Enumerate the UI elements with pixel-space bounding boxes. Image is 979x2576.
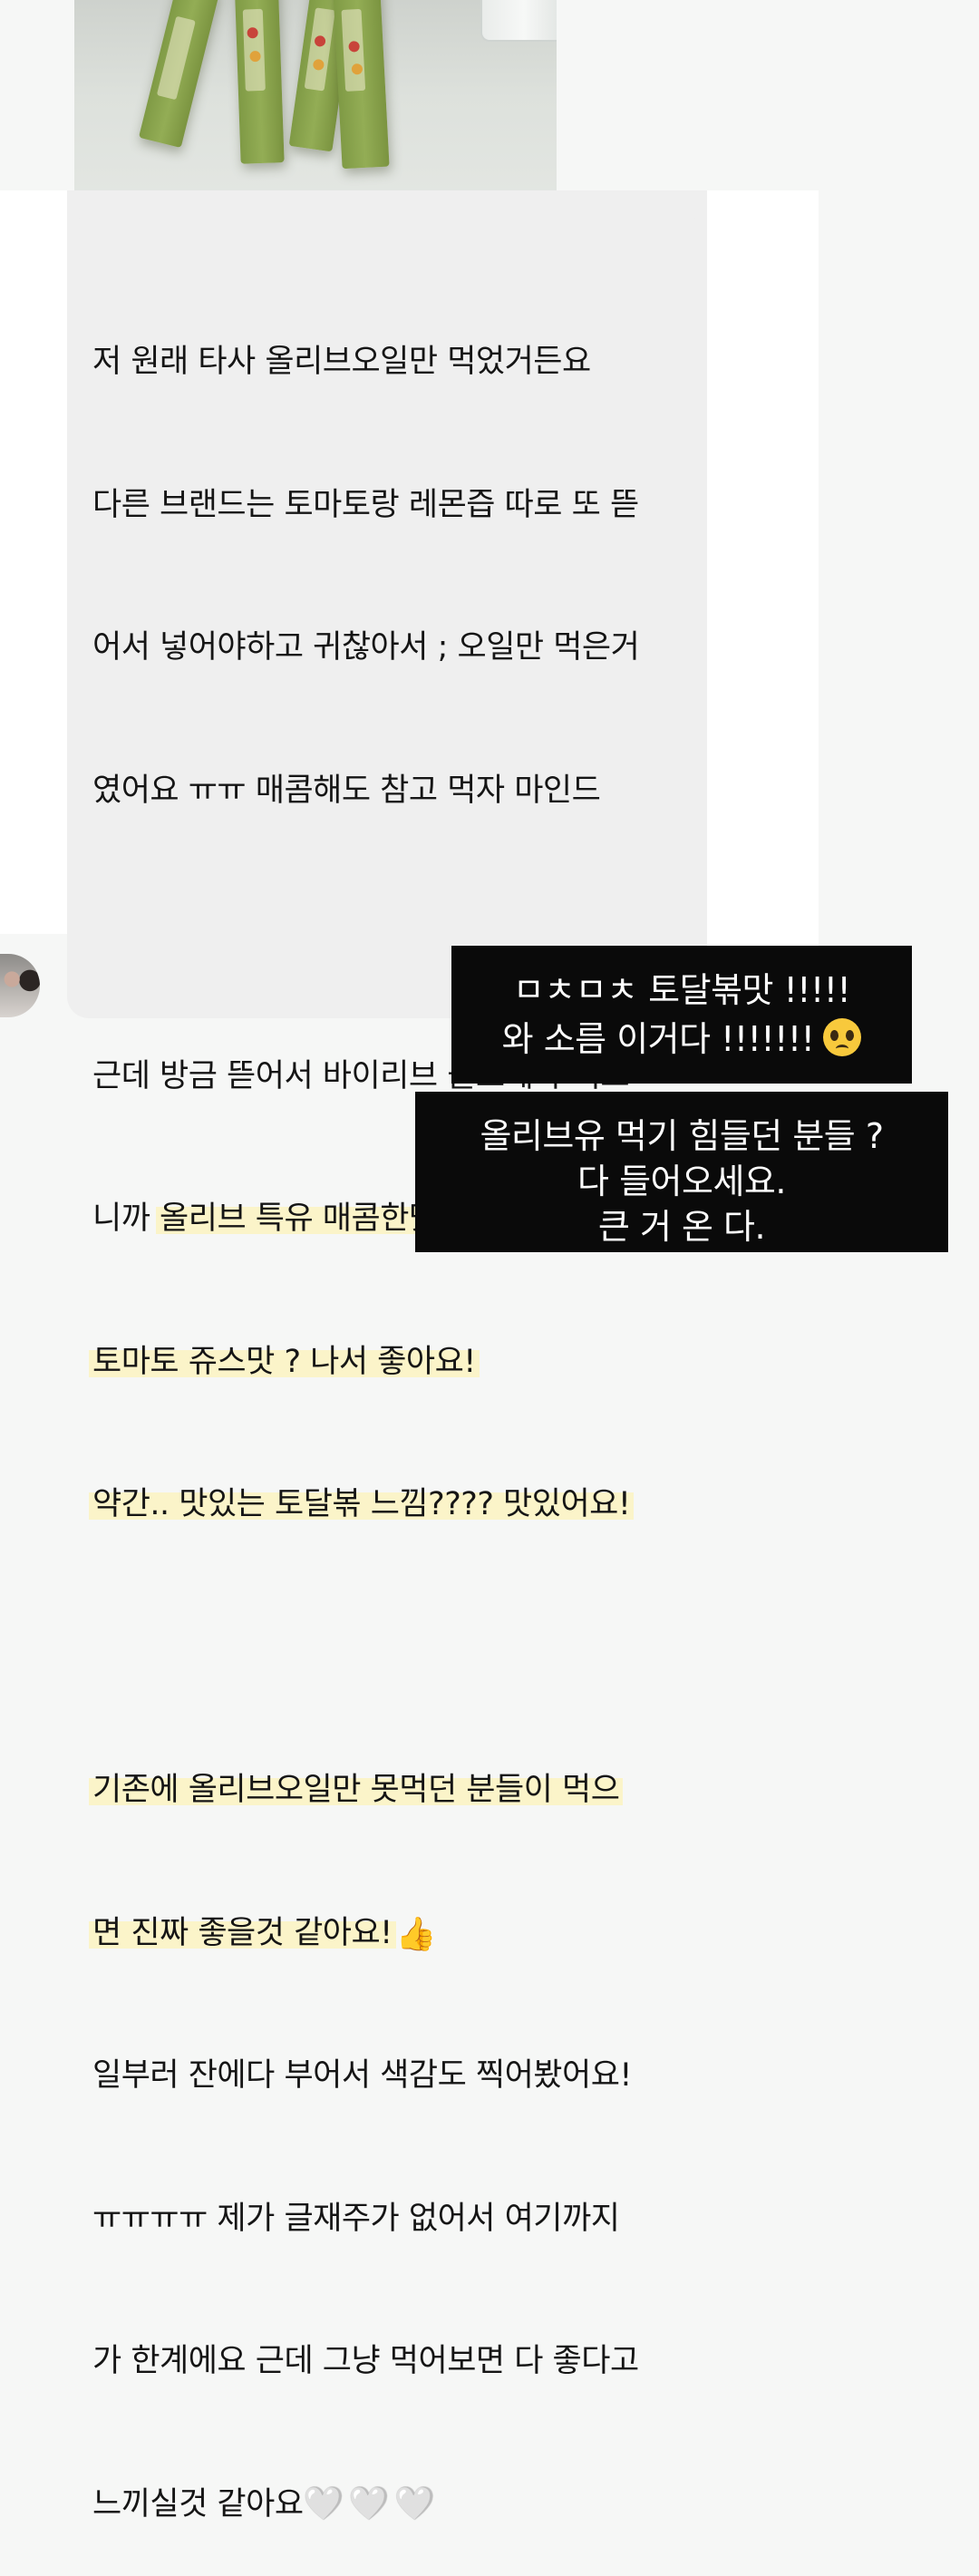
white-heart-icon: 🤍 bbox=[348, 2484, 390, 2523]
highlighted-text: 기존에 올리브오일만 못먹던 분들이 먹으 bbox=[89, 1772, 624, 1808]
highlighted-text: 토마토 쥬스맛 ? 나서 좋아요! bbox=[89, 1343, 480, 1380]
message-text-segment: 느끼실것 같아요 bbox=[92, 2485, 304, 2523]
product-photo[interactable] bbox=[74, 0, 557, 216]
message-line: 가 한계에요 근데 그냥 먹어보면 다 좋다고 bbox=[92, 2343, 639, 2379]
highlighted-text: 면 진짜 좋을것 같아요! bbox=[89, 1914, 396, 1951]
caption-line-with-emoji: 와 소름 이거다 !!!!!!! bbox=[451, 1015, 912, 1064]
message-line-highlighted: 약간.. 맛있는 토달볶 느낌???? 맛있어요! bbox=[89, 1481, 691, 1529]
message-line: 다른 브랜드는 토마토랑 레몬즙 따로 또 뜯 bbox=[92, 486, 639, 523]
story-caption-box-2: 올리브유 먹기 힘들던 분들 ? 다 들어오세요. 큰 거 온 다. bbox=[415, 1092, 948, 1252]
message-line: 였어요 ㅠㅠ 매콤해도 참고 먹자 마인드 bbox=[92, 772, 601, 809]
message-line-highlighted: 토마토 쥬스맛 ? 나서 좋아요! bbox=[89, 1338, 691, 1386]
message-line: 저 원래 타사 올리브오일만 먹었거든요 bbox=[92, 344, 591, 380]
message-text: 저 원래 타사 올리브오일만 먹었거든요 다른 브랜드는 토마토랑 레몬즙 따로… bbox=[89, 243, 691, 2576]
caption-line: 올리브유 먹기 힘들던 분들 ? bbox=[480, 1116, 884, 1156]
message-line: ㅠㅠㅠㅠ 제가 글재주가 없어서 여기까지 bbox=[92, 2200, 620, 2237]
story-background-right bbox=[703, 190, 819, 1047]
highlighted-text: 약간.. 맛있는 토달볶 느낌???? 맛있어요! bbox=[89, 1486, 635, 1522]
message-line: 일부러 잔에다 부어서 색감도 찍어봤어요! bbox=[92, 2057, 632, 2094]
pleading-face-icon bbox=[823, 1018, 862, 1056]
water-glass bbox=[480, 0, 557, 42]
message-line: 어서 넣어야하고 귀찮아서 ; 오일만 먹은거 bbox=[92, 629, 640, 666]
message-line-highlighted: 기존에 올리브오일만 못먹던 분들이 먹으 bbox=[89, 1766, 691, 1814]
white-heart-icon: 🤍 bbox=[303, 2484, 344, 2523]
thumbs-up-icon: 👍 bbox=[395, 1915, 437, 1953]
avatar[interactable] bbox=[0, 954, 40, 1017]
product-stick-4 bbox=[332, 0, 390, 170]
message-text-segment: 니까 bbox=[92, 1201, 150, 1237]
message-line-highlighted: 면 진짜 좋을것 같아요! 👍 bbox=[89, 1910, 691, 1958]
story-caption-box-1: ㅁㅊㅁㅊ 토달볶맛 !!!!! 와 소름 이거다 !!!!!!! bbox=[451, 946, 912, 1084]
message-line-with-hearts: 느끼실것 같아요🤍 🤍 🤍 bbox=[92, 2481, 691, 2529]
story-background-left bbox=[0, 190, 73, 934]
product-stick-1 bbox=[234, 0, 285, 164]
caption-text: 와 소름 이거다 !!!!!!! bbox=[501, 1019, 815, 1059]
caption-line: 큰 거 온 다. bbox=[597, 1207, 766, 1247]
product-stick-3 bbox=[138, 0, 221, 149]
caption-line: 다 들어오세요. bbox=[577, 1162, 786, 1201]
white-heart-icon: 🤍 bbox=[394, 2484, 435, 2523]
caption-line: ㅁㅊㅁㅊ 토달볶맛 !!!!! bbox=[512, 970, 851, 1010]
